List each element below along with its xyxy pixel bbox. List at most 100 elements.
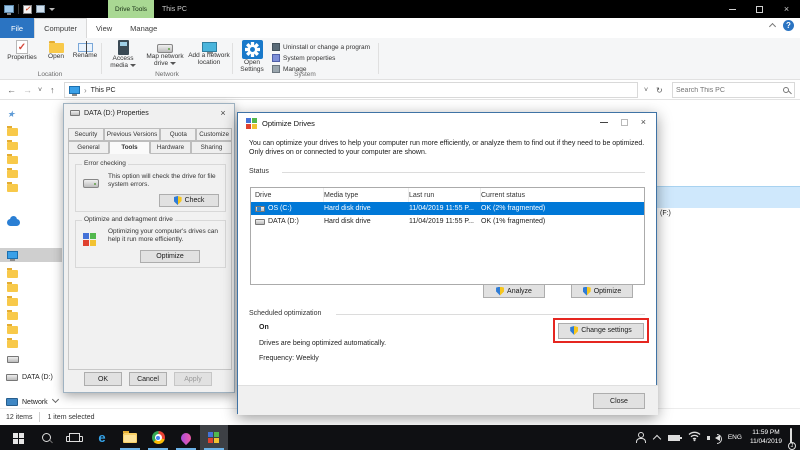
sidebar-item[interactable] — [7, 296, 18, 308]
sidebar-item-this-pc[interactable] — [7, 249, 18, 261]
volume-icon[interactable] — [715, 435, 720, 441]
sidebar-item-onedrive[interactable] — [7, 216, 20, 228]
refresh-icon[interactable]: ↻ — [656, 80, 663, 100]
close-icon[interactable]: × — [641, 118, 646, 127]
optimize-button[interactable]: Optimize — [140, 250, 200, 263]
add-network-location-button[interactable]: Add a network location — [188, 40, 230, 74]
properties-shortcut-icon[interactable]: ✓ — [23, 5, 32, 14]
tab-sharing[interactable]: Sharing — [191, 141, 232, 154]
tab-tools[interactable]: Tools — [109, 141, 150, 154]
access-media-button[interactable]: Access media — [104, 40, 142, 74]
taskbar-clock[interactable]: 11:59 PM 11/04/2019 — [750, 429, 782, 445]
ok-button[interactable]: OK — [84, 372, 122, 386]
table-row-data-d[interactable]: DATA (D:) Hard disk drive 11/04/2019 11:… — [251, 215, 644, 228]
address-dropdown-icon[interactable]: ˅ — [644, 80, 648, 100]
sidebar-item[interactable] — [7, 324, 18, 336]
tab-general[interactable]: General — [68, 141, 109, 154]
sidebar-item-data-drive[interactable]: DATA (D:) — [6, 371, 53, 383]
search-input[interactable] — [673, 87, 783, 94]
help-icon[interactable]: ? — [783, 20, 794, 31]
tab-hardware[interactable]: Hardware — [150, 141, 191, 154]
column-last-run[interactable]: Last run — [409, 188, 481, 202]
column-drive[interactable]: Drive — [251, 188, 324, 202]
close-button[interactable]: Close — [593, 393, 645, 409]
tab-file[interactable]: File — [0, 18, 34, 38]
forward-icon[interactable]: → — [23, 80, 32, 100]
sidebar-item[interactable] — [7, 310, 18, 322]
optimize-dialog-titlebar[interactable]: Optimize Drives — [238, 113, 656, 133]
sidebar-item[interactable] — [7, 282, 18, 294]
os-drive-icon — [255, 206, 265, 212]
explorer-titlebar[interactable]: ✓ Drive Tools This PC × — [0, 0, 800, 18]
cancel-button[interactable]: Cancel — [129, 372, 167, 386]
sidebar-item[interactable] — [7, 126, 18, 138]
start-button[interactable] — [4, 425, 32, 450]
optimize-button[interactable]: Optimize — [571, 284, 633, 298]
battery-icon[interactable] — [668, 435, 680, 441]
taskbar-edge[interactable]: e — [88, 425, 116, 450]
partial-drive-label[interactable]: (F:) — [660, 210, 671, 217]
sidebar-item[interactable] — [7, 268, 18, 280]
collapse-chevron-icon[interactable] — [52, 396, 59, 403]
system-properties-button[interactable]: System properties — [272, 53, 335, 63]
wifi-icon[interactable] — [688, 429, 701, 447]
show-hidden-icons-chevron[interactable] — [653, 435, 661, 443]
sidebar-item[interactable] — [7, 168, 18, 180]
file-selection-highlight[interactable] — [657, 186, 800, 208]
check-button[interactable]: Check — [159, 194, 219, 207]
tab-previous-versions[interactable]: Previous Versions — [104, 128, 161, 141]
sidebar-item-quick-access[interactable]: ★ — [7, 108, 15, 120]
open-button[interactable]: Open — [42, 40, 70, 74]
taskbar-maps[interactable] — [172, 425, 200, 450]
taskbar-chrome[interactable] — [144, 425, 172, 450]
recent-locations-icon[interactable]: ˅ — [38, 80, 42, 100]
window-title: This PC — [162, 0, 187, 18]
task-view-button[interactable] — [60, 425, 88, 450]
uninstall-program-button[interactable]: Uninstall or change a program — [272, 42, 370, 52]
change-settings-button[interactable]: Change settings — [558, 323, 644, 339]
taskbar-file-explorer[interactable] — [116, 425, 144, 450]
breadcrumb-this-pc[interactable]: This PC — [91, 87, 116, 94]
sidebar-item[interactable] — [7, 353, 19, 365]
action-center-button[interactable]: 1 — [790, 429, 792, 447]
column-media-type[interactable]: Media type — [324, 188, 409, 202]
tab-security[interactable]: Security — [68, 128, 104, 141]
minimize-icon[interactable] — [600, 122, 608, 123]
drive-tools-contextual-tab[interactable]: Drive Tools — [108, 0, 154, 18]
column-current-status[interactable]: Current status — [481, 188, 644, 202]
taskbar-search-button[interactable] — [32, 425, 60, 450]
group-label-location: Location — [0, 71, 100, 78]
tab-computer[interactable]: Computer — [34, 18, 87, 38]
open-settings-button[interactable]: Open Settings — [236, 40, 268, 74]
table-row-os-c[interactable]: OS (C:) Hard disk drive 11/04/2019 11:55… — [251, 202, 644, 215]
language-indicator[interactable]: ENG — [728, 434, 742, 441]
tab-quota[interactable]: Quota — [160, 128, 196, 141]
qat-icon[interactable] — [36, 5, 45, 13]
close-icon[interactable]: × — [216, 106, 230, 120]
sidebar-item[interactable] — [7, 154, 18, 166]
map-network-drive-button[interactable]: Map network drive — [142, 40, 188, 74]
qat-dropdown-icon[interactable] — [49, 8, 55, 11]
sidebar-item-network[interactable]: Network — [6, 396, 48, 408]
tab-customize[interactable]: Customize — [196, 128, 232, 141]
close-button[interactable]: × — [773, 0, 800, 18]
people-icon[interactable] — [635, 432, 646, 443]
tab-manage[interactable]: Manage — [121, 18, 166, 38]
search-icon[interactable] — [783, 87, 789, 93]
up-icon[interactable]: ↑ — [50, 80, 55, 100]
properties-dialog-titlebar[interactable]: DATA (D:) Properties — [64, 104, 234, 122]
rename-button[interactable]: Rename — [70, 40, 100, 74]
sidebar-item[interactable] — [7, 182, 18, 194]
properties-button[interactable]: ✓ Properties — [4, 40, 40, 74]
address-breadcrumb[interactable]: › This PC — [64, 82, 638, 98]
back-icon[interactable]: ← — [7, 80, 16, 100]
sidebar-item[interactable] — [7, 338, 18, 350]
collapse-ribbon-icon[interactable] — [769, 23, 776, 30]
minimize-button[interactable] — [719, 0, 746, 18]
ribbon: ✓ Properties Open Rename Location Access… — [0, 38, 800, 80]
tab-view[interactable]: View — [87, 18, 121, 38]
taskbar-defrag-active[interactable] — [200, 425, 228, 450]
analyze-button[interactable]: Analyze — [483, 284, 545, 298]
maximize-button[interactable] — [746, 0, 773, 18]
sidebar-item[interactable] — [7, 140, 18, 152]
